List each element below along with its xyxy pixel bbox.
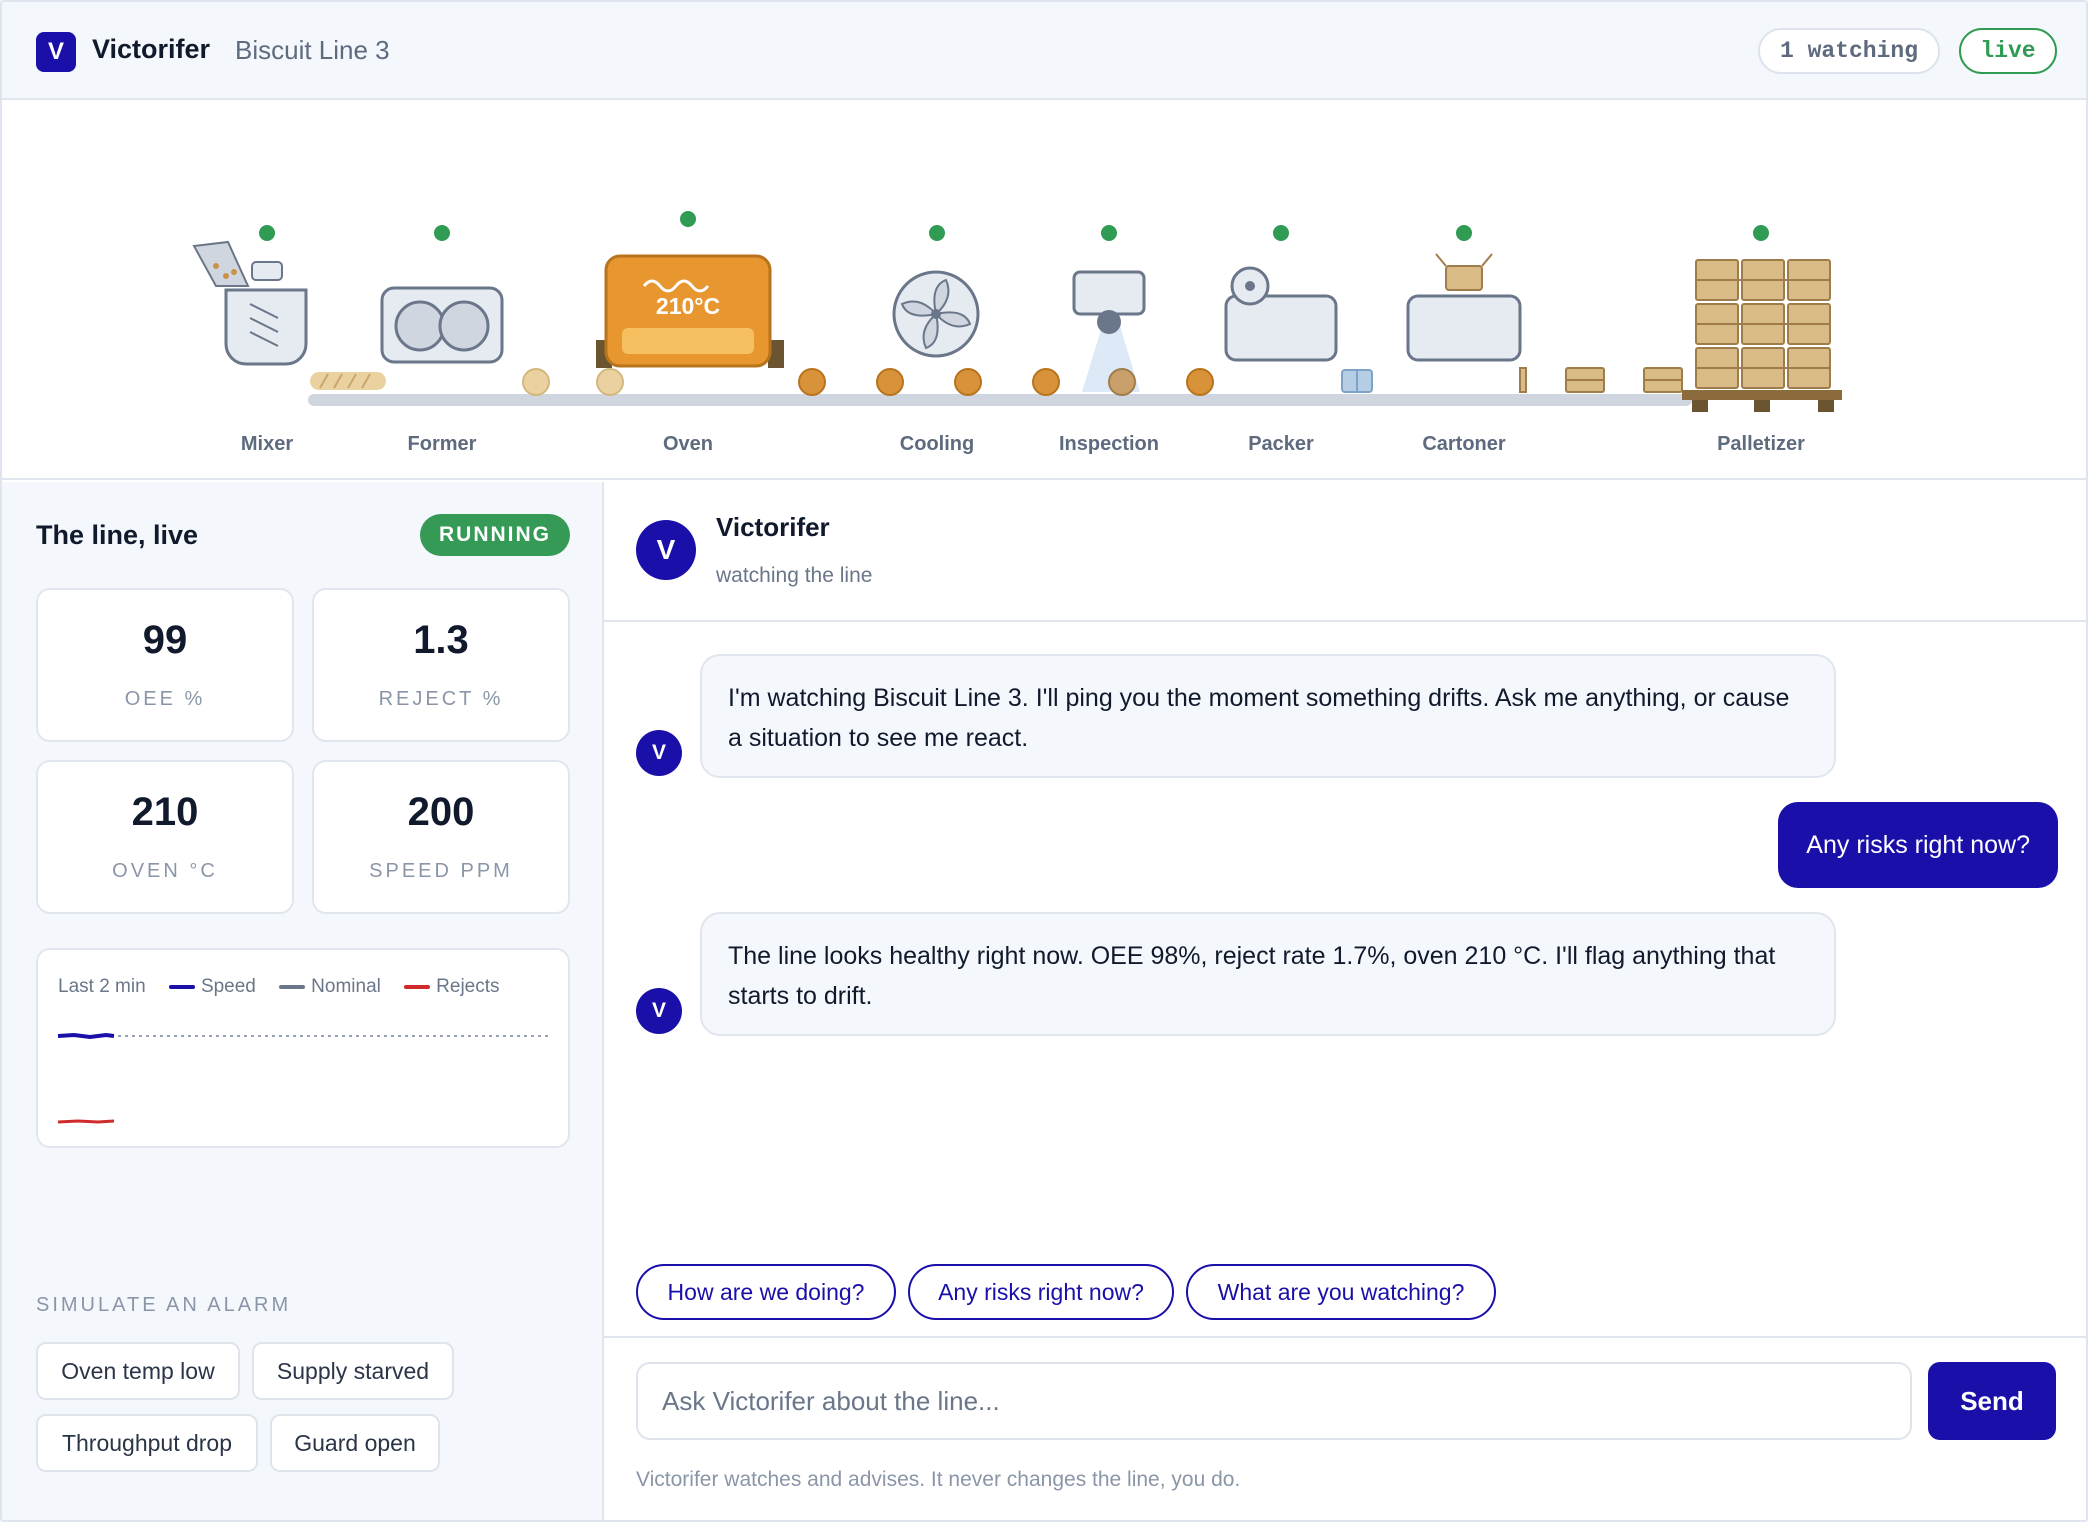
station-label-packer: Packer xyxy=(1248,433,1314,455)
watching-badge: 1 watching xyxy=(1758,28,1940,74)
conveyor-belt xyxy=(308,394,1692,406)
kpi-reject: 1.3 REJECT % xyxy=(312,588,570,742)
kpi-speed: 200 SPEED PPM xyxy=(312,760,570,914)
panel-title: The line, live xyxy=(36,520,199,550)
disclaimer-text: Victorifer watches and advises. It never… xyxy=(636,1468,1241,1491)
status-dot-packer xyxy=(1273,225,1289,241)
sim-guard-open-button[interactable]: Guard open xyxy=(270,1414,440,1472)
station-label-mixer: Mixer xyxy=(241,433,293,455)
mixer-icon xyxy=(192,240,308,366)
biscuit-baked xyxy=(1186,368,1214,396)
assistant-status: watching the line xyxy=(716,564,873,587)
sim-oven-temp-low-button[interactable]: Oven temp low xyxy=(36,1342,240,1400)
app-window: V Victorifer Biscuit Line 3 1 watching l… xyxy=(0,0,2088,1522)
biscuit-baked xyxy=(876,368,904,396)
line-diagram: 210°C Mixer Former Oven Cooling Inspecti… xyxy=(2,100,2086,480)
chat-input[interactable] xyxy=(636,1362,1912,1440)
kpi-value: 1.3 xyxy=(413,618,469,662)
station-label-palletizer: Palletizer xyxy=(1717,433,1805,455)
message-avatar: V xyxy=(636,988,682,1034)
trend-chart: Last 2 min Speed Nominal Rejects xyxy=(36,948,570,1148)
suggestion-any-risks[interactable]: Any risks right now? xyxy=(908,1264,1174,1320)
camera-icon xyxy=(1072,270,1146,392)
user-message: Any risks right now? xyxy=(1778,802,2058,888)
status-dot-former xyxy=(434,225,450,241)
kpi-label: SPEED PPM xyxy=(369,860,513,882)
status-dot-cartoner xyxy=(1456,225,1472,241)
speed-line xyxy=(57,1032,115,1040)
station-label-inspection: Inspection xyxy=(1059,433,1159,455)
biscuit-baked xyxy=(954,368,982,396)
assistant-name: Victorifer xyxy=(716,512,830,542)
kpi-label: OVEN °C xyxy=(112,860,218,882)
biscuit-raw xyxy=(522,368,550,396)
simulate-title: SIMULATE AN ALARM xyxy=(36,1294,292,1316)
trend-svg xyxy=(57,1032,548,1124)
carton-item xyxy=(1519,367,1527,393)
line-name: Biscuit Line 3 xyxy=(235,35,390,65)
logo-icon: V xyxy=(36,32,76,72)
cartoner-icon xyxy=(1406,253,1522,362)
station-label-cartoner: Cartoner xyxy=(1422,433,1506,455)
biscuit-baked xyxy=(798,368,826,396)
assistant-message: I'm watching Biscuit Line 3. I'll ping y… xyxy=(700,654,1836,778)
kpi-value: 210 xyxy=(131,790,199,834)
assistant-message: The line looks healthy right now. OEE 98… xyxy=(700,912,1836,1036)
kpi-value: 99 xyxy=(142,618,188,662)
suggestion-what-watching[interactable]: What are you watching? xyxy=(1186,1264,1496,1320)
assistant-avatar: V xyxy=(636,520,696,580)
fan-icon xyxy=(892,270,980,358)
brand-name: Victorifer xyxy=(92,34,211,64)
rejects-line xyxy=(57,1119,115,1124)
status-badge: RUNNING xyxy=(420,514,570,556)
status-dot-oven xyxy=(680,211,696,227)
chat-composer: Send Victorifer watches and advises. It … xyxy=(604,1336,2086,1520)
kpi-value: 200 xyxy=(407,790,475,834)
packer-icon xyxy=(1224,266,1338,362)
station-label-former: Former xyxy=(408,433,477,455)
sim-supply-starved-button[interactable]: Supply starved xyxy=(252,1342,454,1400)
message-avatar: V xyxy=(636,730,682,776)
former-icon xyxy=(380,286,504,364)
kpi-label: OEE % xyxy=(124,688,206,710)
biscuit-inspected xyxy=(1108,368,1136,396)
top-bar: V Victorifer Biscuit Line 3 1 watching l… xyxy=(2,2,2086,100)
status-dot-cooling xyxy=(929,225,945,241)
status-dot-inspection xyxy=(1101,225,1117,241)
kpi-oee: 99 OEE % xyxy=(36,588,294,742)
pallet-icon xyxy=(1682,259,1842,412)
kpi-oven: 210 OVEN °C xyxy=(36,760,294,914)
live-badge: live xyxy=(1959,28,2057,74)
station-label-oven: Oven xyxy=(663,433,713,455)
oven-temp-label: 210°C xyxy=(656,293,720,319)
chat-header: V Victorifer watching the line xyxy=(604,482,2086,622)
biscuit-baked xyxy=(1032,368,1060,396)
line-diagram-svg: 210°C Mixer Former Oven Cooling Inspecti… xyxy=(192,211,1842,455)
station-label-cooling: Cooling xyxy=(900,433,974,455)
live-panel: The line, live RUNNING 99 OEE % 1.3 REJE… xyxy=(2,482,604,1520)
status-dot-palletizer xyxy=(1753,225,1769,241)
kpi-label: REJECT % xyxy=(378,688,504,710)
chat-panel: V Victorifer watching the line V I'm wat… xyxy=(604,482,2086,1520)
biscuit-raw xyxy=(596,368,624,396)
status-dot-mixer xyxy=(259,225,275,241)
suggestion-how-are-we-doing[interactable]: How are we doing? xyxy=(636,1264,896,1320)
sim-throughput-drop-button[interactable]: Throughput drop xyxy=(36,1414,258,1472)
send-button[interactable]: Send xyxy=(1928,1362,2056,1440)
